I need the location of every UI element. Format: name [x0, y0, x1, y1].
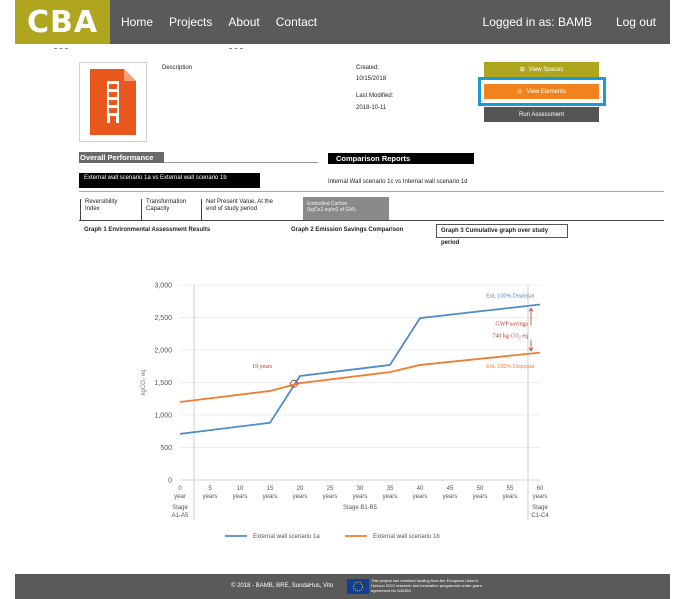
metric-label: (kgCo2 eq/m2 of GIA)	[307, 207, 356, 213]
metric-net-present-value[interactable]: Net Present Value, At the end of study p…	[201, 199, 297, 220]
x-tick-unit: years	[533, 494, 548, 500]
eu-flag-icon	[347, 579, 369, 594]
gwp-savings-label: GWP savings	[495, 321, 528, 327]
top-navbar: CBA Home Projects About Contact Logged i…	[15, 0, 670, 44]
y-tick-label: 1,000	[154, 413, 172, 420]
graph-tab-1[interactable]: Graph 1 Environmental Assessment Results	[84, 227, 210, 233]
scenario-tab-internal[interactable]: Internal Wall scenario 1c vs Internal wa…	[328, 179, 468, 185]
x-tick-number: 30	[357, 486, 364, 492]
eu-funding-text: This project has received funding from t…	[371, 578, 482, 593]
view-spaces-label: View Spaces	[528, 66, 564, 73]
x-tick-unit: years	[203, 494, 218, 500]
y-tick-label: 500	[160, 445, 172, 452]
section-divider	[79, 191, 664, 192]
stage-label: A1-A5	[172, 513, 189, 519]
building-icon	[90, 69, 136, 135]
x-tick-unit: year	[174, 494, 186, 500]
eol-top-label: EoL 100% Disposal	[486, 293, 534, 299]
metric-label: Net Present Value, At the	[206, 199, 273, 205]
stage-label: Stage B1-B5	[343, 505, 378, 511]
x-tick-unit: years	[263, 494, 278, 500]
y-tick-label: 0	[168, 478, 172, 485]
x-tick-number: 10	[237, 486, 244, 492]
x-tick-unit: years	[293, 494, 308, 500]
selection-highlight	[478, 77, 606, 106]
eu-stars-icon	[353, 581, 363, 592]
run-assessment-button[interactable]: Run Assessment	[484, 107, 599, 122]
metric-label: Capacity	[146, 206, 170, 212]
x-tick-number: 0	[178, 486, 182, 492]
footer-copyright: © 2018 - BAMB, BRE, SundaHus, Vito	[231, 583, 334, 589]
run-assessment-label: Run Assessment	[518, 111, 565, 118]
metric-label: end of study period	[206, 206, 258, 212]
logo[interactable]: CBA	[15, 0, 110, 44]
legend-label-2: External wall scenario 1b	[373, 534, 440, 540]
comparison-reports-heading: Comparison Reports	[328, 153, 474, 164]
description-label: Description	[162, 65, 193, 71]
stage-label: Stage	[532, 505, 548, 511]
x-tick-number: 15	[267, 486, 274, 492]
nav-link-contact[interactable]: Contact	[276, 15, 317, 29]
logout-link[interactable]: Log out	[616, 15, 656, 29]
section-divider	[164, 162, 318, 163]
x-tick-unit: years	[473, 494, 488, 500]
x-tick-unit: years	[383, 494, 398, 500]
gwp-savings-value: 740 kg CO₂ eq	[492, 334, 528, 340]
section-divider	[79, 220, 664, 221]
divider-mark	[229, 48, 243, 49]
nav-link-about[interactable]: About	[228, 15, 259, 29]
x-tick-unit: years	[353, 494, 368, 500]
y-axis-label: kgCO₂ eq	[141, 369, 147, 395]
nav-link-projects[interactable]: Projects	[169, 15, 212, 29]
x-tick-number: 40	[417, 486, 424, 492]
modified-value: 2018-10-11	[356, 105, 387, 111]
y-tick-label: 2,000	[154, 348, 172, 355]
y-tick-label: 3,000	[154, 283, 172, 290]
x-tick-number: 25	[327, 486, 334, 492]
view-spaces-button[interactable]: ⊞ View Spaces	[484, 62, 599, 77]
x-tick-number: 55	[507, 486, 514, 492]
x-tick-number: 20	[297, 486, 304, 492]
graph-tab-2[interactable]: Graph 2 Emission Savings Comparison	[291, 227, 403, 233]
metric-embodied-carbon[interactable]: Embodied Carbon (kgCo2 eq/m2 of GIA)	[303, 197, 389, 220]
x-tick-number: 45	[447, 486, 454, 492]
logo-text: CBA	[26, 4, 99, 40]
project-thumbnail	[79, 62, 147, 142]
created-value: 10/15/2018	[356, 76, 387, 82]
divider-mark	[54, 48, 68, 49]
metric-label: Transformation	[146, 199, 187, 205]
metric-label: Reversibility	[85, 199, 118, 205]
series-line-2	[179, 351, 541, 403]
footer: © 2018 - BAMB, BRE, SundaHus, Vito This …	[15, 574, 670, 599]
metric-reversibility-index[interactable]: Reversibility Index	[80, 199, 138, 220]
x-tick-number: 35	[387, 486, 394, 492]
x-tick-unit: years	[503, 494, 518, 500]
crossover-label: 19 years	[252, 364, 273, 370]
x-tick-unit: years	[233, 494, 248, 500]
nav-link-home[interactable]: Home	[121, 15, 153, 29]
overall-performance-heading: Overall Performance	[79, 152, 164, 163]
x-tick-number: 60	[537, 486, 544, 492]
spaces-icon: ⊞	[519, 67, 525, 73]
y-tick-label: 1,500	[154, 380, 172, 387]
metric-transformation-capacity[interactable]: Transformation Capacity	[141, 199, 199, 220]
stage-label: C1-C4	[531, 513, 549, 519]
x-tick-number: 50	[477, 486, 484, 492]
legend-label-1: External wall scenario 1a	[253, 534, 320, 540]
x-tick-number: 5	[208, 486, 212, 492]
x-tick-unit: years	[323, 494, 338, 500]
logged-in-user: Logged in as: BAMB	[482, 15, 592, 29]
x-tick-unit: years	[413, 494, 428, 500]
created-label: Created:	[356, 65, 380, 71]
metric-label: Index	[85, 206, 100, 212]
stage-label: Stage	[172, 505, 188, 511]
modified-label: Last Modified:	[356, 93, 394, 99]
x-tick-unit: years	[443, 494, 458, 500]
scenario-tab-external[interactable]: External wall scenario 1a vs External wa…	[79, 173, 260, 188]
eol-bottom-label: EoL 100% Disposal	[486, 364, 534, 370]
y-tick-label: 2,500	[154, 315, 172, 322]
graph-tab-3[interactable]: Graph 3 Cumulative graph over study peri…	[436, 224, 568, 246]
cumulative-emissions-chart: 0 500 1,000 1,500 2,000 2,500 3,000 kgCO₂ eq 0 ye…	[141, 283, 549, 541]
